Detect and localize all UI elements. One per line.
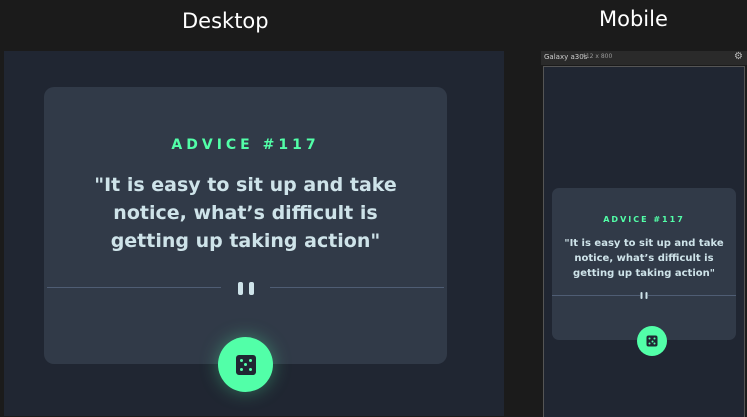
advice-quote: "It is easy to sit up and take notice, w… [94, 174, 397, 252]
advice-heading-mobile: ADVICE #117 [603, 215, 685, 224]
divider-line-right [270, 287, 444, 288]
dice-icon [235, 354, 256, 375]
dice-icon [646, 335, 658, 347]
gear-icon[interactable]: ⚙ [734, 51, 743, 62]
device-toolbar: Galaxy a30s 412 x 800 ⚙ [541, 51, 747, 65]
divider-line-left [552, 295, 640, 296]
advice-heading: ADVICE #117 [171, 137, 320, 153]
pause-icon [237, 282, 255, 295]
device-name[interactable]: Galaxy a30s [544, 53, 587, 61]
mobile-preview: ADVICE #117 "It is easy to sit up and ta… [543, 66, 745, 417]
device-dimensions: 412 x 800 [582, 53, 613, 60]
divider [47, 282, 444, 295]
new-advice-button-mobile[interactable] [637, 326, 667, 356]
divider-line-right [648, 295, 736, 296]
divider-line-left [47, 287, 221, 288]
desktop-label: Desktop [182, 9, 269, 33]
advice-card-mobile: ADVICE #117 "It is easy to sit up and ta… [552, 188, 736, 356]
divider-mobile [552, 292, 736, 302]
advice-card: ADVICE #117 "It is easy to sit up and ta… [44, 87, 447, 392]
desktop-preview: ADVICE #117 "It is easy to sit up and ta… [4, 51, 504, 416]
mobile-label: Mobile [599, 7, 668, 31]
new-advice-button[interactable] [218, 337, 273, 392]
advice-quote-mobile: "It is easy to sit up and take notice, w… [564, 238, 724, 279]
